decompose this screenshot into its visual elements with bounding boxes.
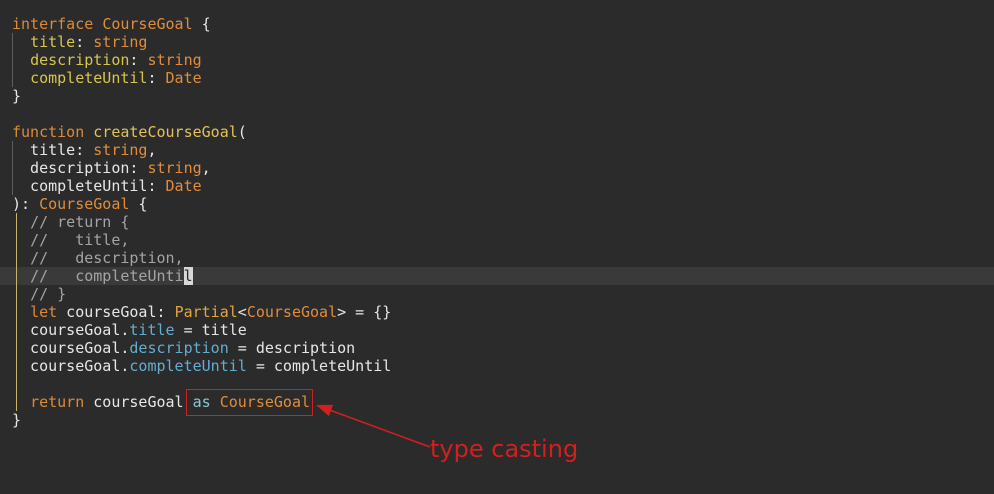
code-line[interactable]: interface CourseGoal { [0, 15, 994, 33]
code-token: title [129, 321, 175, 339]
code-token: interface [12, 15, 94, 33]
code-line[interactable]: return courseGoal as CourseGoal [0, 393, 994, 411]
code-token: // } [30, 285, 67, 303]
code-token: return [30, 393, 85, 411]
annotation-highlight-box [186, 389, 313, 416]
code-token: : [147, 69, 166, 87]
text-cursor: l [183, 267, 193, 285]
code-token: courseGoal [84, 393, 193, 411]
code-token: string [93, 141, 148, 159]
code-line[interactable]: ): CourseGoal { [0, 195, 994, 213]
code-token: description [129, 339, 229, 357]
code-line[interactable]: // } [0, 285, 994, 303]
code-token: courseGoal: [57, 303, 175, 321]
code-line[interactable]: // return { [0, 213, 994, 231]
code-token: courseGoal. [12, 357, 130, 375]
code-line[interactable]: completeUntil: Date [0, 69, 994, 87]
code-token: string [93, 33, 148, 51]
code-token: , [147, 141, 157, 159]
code-token: CourseGoal [246, 303, 338, 321]
code-line[interactable]: } [0, 87, 994, 105]
scope-guide [16, 213, 17, 411]
code-line[interactable]: } [0, 411, 994, 429]
indent-guide [12, 141, 13, 195]
code-token: < [237, 303, 247, 321]
annotation-label: type casting [430, 435, 578, 463]
code-token: courseGoal. [12, 339, 130, 357]
code-editor[interactable]: interface CourseGoal { title: string des… [0, 15, 994, 429]
code-token: : [129, 51, 148, 69]
code-token: > = {} [337, 303, 392, 321]
code-token: : [75, 33, 94, 51]
indent-guide [12, 33, 13, 87]
code-token: completeUntil: [12, 177, 166, 195]
code-token: { [129, 195, 148, 213]
code-line[interactable]: title: string [0, 33, 994, 51]
code-token: courseGoal. [12, 321, 130, 339]
code-line[interactable]: // description, [0, 249, 994, 267]
code-line[interactable]: courseGoal.completeUntil = completeUntil [0, 357, 994, 375]
code-token: ): [12, 195, 40, 213]
code-token: function [12, 123, 85, 141]
code-line[interactable]: // title, [0, 231, 994, 249]
code-token: let [30, 303, 58, 321]
code-line[interactable]: let courseGoal: Partial<CourseGoal> = {} [0, 303, 994, 321]
code-token: Date [165, 177, 202, 195]
code-token: title: [12, 141, 94, 159]
code-line[interactable] [0, 375, 994, 393]
code-token: description: [12, 159, 148, 177]
code-token: , [201, 159, 211, 177]
code-token: completeUntil [30, 69, 148, 87]
code-token: ( [237, 123, 247, 141]
code-line[interactable]: completeUntil: Date [0, 177, 994, 195]
code-token: { [192, 15, 211, 33]
code-token: string [147, 51, 202, 69]
code-token: completeUntil [129, 357, 247, 375]
code-token: // return { [30, 213, 130, 231]
code-token: string [147, 159, 202, 177]
code-line[interactable]: courseGoal.description = description [0, 339, 994, 357]
code-token: Date [165, 69, 202, 87]
code-token: createCourseGoal [93, 123, 238, 141]
code-token: // completeUnti [30, 267, 184, 285]
screenshot: interface CourseGoal { title: string des… [0, 0, 994, 494]
code-line[interactable]: description: string [0, 51, 994, 69]
code-line[interactable]: courseGoal.title = title [0, 321, 994, 339]
code-token: = title [174, 321, 247, 339]
code-token: CourseGoal [102, 15, 193, 33]
code-token: title [30, 33, 76, 51]
code-line-current[interactable]: // completeUntil [0, 267, 994, 285]
code-token: } [12, 87, 22, 105]
code-line[interactable]: function createCourseGoal( [0, 123, 994, 141]
code-token: Partial [174, 303, 238, 321]
code-line[interactable]: description: string, [0, 159, 994, 177]
code-line[interactable] [0, 105, 994, 123]
code-token: = description [228, 339, 356, 357]
code-line[interactable]: title: string, [0, 141, 994, 159]
code-token: CourseGoal [39, 195, 130, 213]
code-token: description [30, 51, 130, 69]
code-token: // title, [30, 231, 130, 249]
code-token: } [12, 411, 22, 429]
code-token: // description, [30, 249, 184, 267]
code-token: = completeUntil [246, 357, 392, 375]
